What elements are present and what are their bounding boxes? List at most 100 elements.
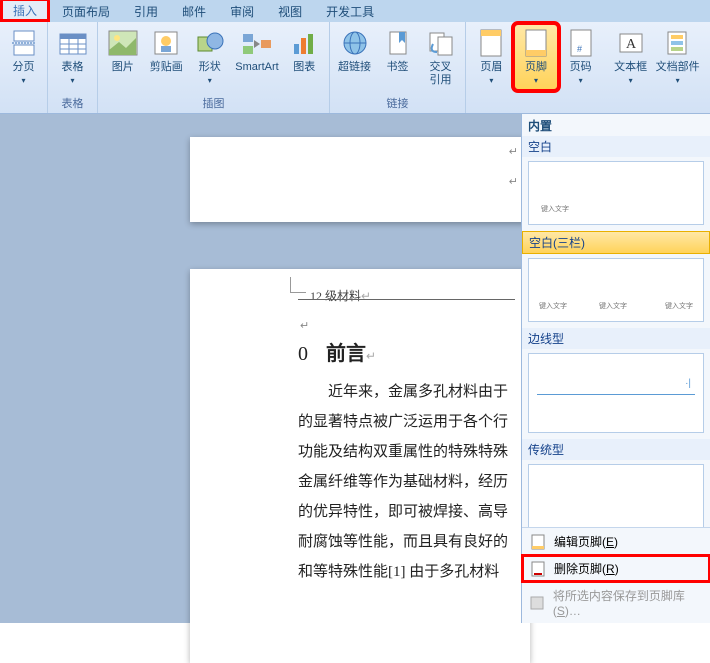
bookmark-icon [382,27,414,59]
chart-label: 图表 [293,59,315,87]
gallery-scroll[interactable]: 内置 空白 键入文字 空白(三栏) 键入文字 键入文字 键入文字 边线型 ·| … [522,114,710,583]
menu-edit-footer[interactable]: 编辑页脚(E) [522,528,710,555]
picture-icon [107,27,139,59]
page-break-button[interactable]: 分页▾ [4,25,43,89]
thumb-pagenum: ·| [685,378,691,389]
thumb-placeholder: 键入文字 [599,301,627,311]
menu-save-footer-label: 将所选内容保存到页脚库(S)… [553,587,702,618]
group-text-label [610,110,702,112]
menu-edit-footer-label: 编辑页脚(E) [554,533,618,550]
group-pages-label [4,110,43,112]
pagenum-icon: # [565,27,597,59]
menu-remove-footer[interactable]: 删除页脚(R) [522,555,710,582]
group-pages: 分页▾ [0,22,48,113]
textbox-label: 文本框▾ [614,59,647,87]
tab-review[interactable]: 审阅 [218,0,266,22]
picture-button[interactable]: 图片 [102,25,144,89]
page-break-icon [8,27,40,59]
table-label: 表格▾ [62,59,84,87]
gallery-section-builtin: 内置 [522,114,710,136]
ribbon-tabs: 插入 页面布局 引用 邮件 审阅 视图 开发工具 [0,0,710,22]
parts-icon [662,27,694,59]
crossref-button[interactable]: 交叉 引用 [420,25,461,89]
group-text: A 文本框▾ 文档部件▾ [606,22,706,113]
pagenum-button[interactable]: # 页码▾ [559,25,602,89]
svg-text:A: A [626,37,637,52]
group-illustrations: 图片 剪贴画 形状▾ SmartArt 图表 插图 [98,22,330,113]
body-line: 的显著特点被广泛运用于各个行 [298,407,520,437]
tab-mailings[interactable]: 邮件 [170,0,218,22]
page-current[interactable]: 12 级材料↵ ↵ 0前言↵ 近年来，金属多孔材料由于 的显著特点被广泛运用于各… [190,269,530,663]
smartart-button[interactable]: SmartArt [233,25,282,89]
gallery-item-blank-label: 空白 [522,136,710,157]
save-footer-icon [530,595,545,611]
group-header-footer: 页眉▾ 页脚▾ # 页码▾ [466,22,606,113]
hyperlink-label: 超链接 [338,59,371,87]
gallery-item-edge[interactable]: ·| [528,353,704,433]
menu-save-footer: 将所选内容保存到页脚库(S)… [522,582,710,623]
tab-developer[interactable]: 开发工具 [314,0,386,22]
picture-label: 图片 [112,59,134,87]
footer-label: 页脚▾ [525,59,547,87]
group-illustrations-label: 插图 [102,94,325,112]
crossref-icon [425,27,457,59]
margin-corner [290,277,306,293]
body-line: 和等特殊性能[1] 由于多孔材料 [298,557,520,587]
body-line: 耐腐蚀等性能，而且具有良好的 [298,527,520,557]
hyperlink-icon [339,27,371,59]
chart-button[interactable]: 图表 [284,25,326,89]
chart-icon [288,27,320,59]
clipart-icon [150,27,182,59]
paragraph-mark: ↵ [300,319,309,332]
header-text: 12 级材料↵ [310,287,371,304]
pagenum-label: 页码▾ [570,59,592,87]
gallery-item-blank3[interactable]: 键入文字 键入文字 键入文字 [528,258,704,322]
edit-footer-icon [530,534,546,550]
menu-remove-footer-label: 删除页脚(R) [554,560,619,577]
shapes-button[interactable]: 形状▾ [189,25,231,89]
footer-gallery: 内置 空白 键入文字 空白(三栏) 键入文字 键入文字 键入文字 边线型 ·| … [521,114,710,623]
table-icon [57,27,89,59]
body-line: 的优异特性，即可被焊接、高导 [298,497,520,527]
footer-button[interactable]: 页脚▾ [515,25,558,89]
paragraph-mark: ↵ [509,145,518,158]
header-button[interactable]: 页眉▾ [470,25,513,89]
header-label: 页眉▾ [480,59,502,87]
clipart-label: 剪贴画 [150,59,183,87]
tab-insert[interactable]: 插入 [0,0,50,22]
body-line: 近年来，金属多孔材料由于 [298,377,520,407]
footer-icon [520,27,552,59]
hyperlink-button[interactable]: 超链接 [334,25,375,89]
crossref-label: 交叉 引用 [430,59,452,87]
group-links: 超链接 书签 交叉 引用 链接 [330,22,466,113]
header-icon [475,27,507,59]
gallery-menu: 编辑页脚(E) 删除页脚(R) 将所选内容保存到页脚库(S)… [522,527,710,623]
gallery-item-blank[interactable]: 键入文字 [528,161,704,225]
textbox-icon: A [615,27,647,59]
tab-view[interactable]: 视图 [266,0,314,22]
textbox-button[interactable]: A 文本框▾ [610,25,651,89]
table-button[interactable]: 表格▾ [52,25,93,89]
heading-text: 前言 [326,343,366,365]
smartart-icon [241,27,273,59]
bookmark-button[interactable]: 书签 [377,25,418,89]
group-tables-label: 表格 [52,94,93,112]
gallery-item-traditional-label: 传统型 [522,439,710,460]
paragraph-mark: ↵ [509,175,518,188]
gallery-item-edge-label: 边线型 [522,328,710,349]
thumb-placeholder: 键入文字 [665,301,693,311]
page-prev-bottom: ↵ ↵ [190,137,530,222]
heading-number: 0 [298,343,308,365]
shapes-label: 形状▾ [199,59,221,87]
tab-references[interactable]: 引用 [122,0,170,22]
tab-page-layout[interactable]: 页面布局 [50,0,122,22]
remove-footer-icon [530,561,546,577]
parts-label: 文档部件▾ [656,59,700,87]
parts-button[interactable]: 文档部件▾ [653,25,702,89]
body-line: 金属纤维等作为基础材料，经历 [298,467,520,497]
smartart-label: SmartArt [235,59,278,87]
page-break-label: 分页▾ [13,59,35,87]
group-links-label: 链接 [334,94,461,112]
header-rule [298,299,515,300]
clipart-button[interactable]: 剪贴画 [146,25,188,89]
